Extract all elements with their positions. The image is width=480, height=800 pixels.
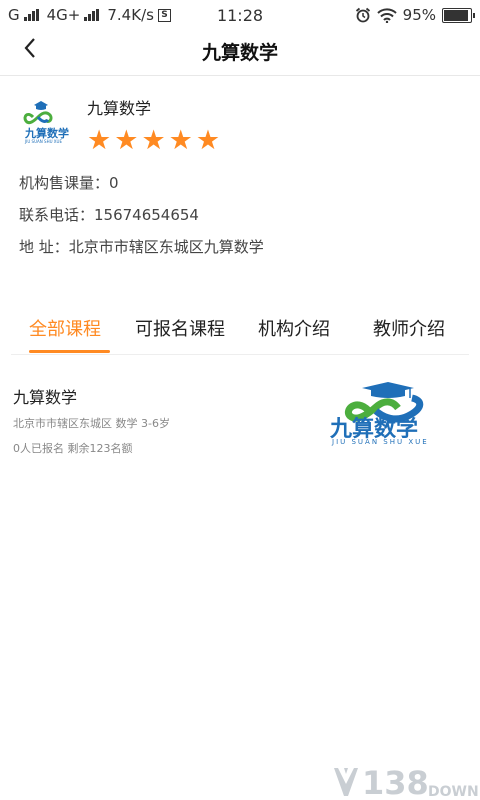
tab-enrollable-courses[interactable]: 可报名课程 — [135, 315, 225, 341]
status-bar-right: 95% — [355, 6, 475, 24]
star-icon: ★ — [195, 125, 221, 156]
star-icon: ★ — [114, 125, 139, 156]
org-phone[interactable]: 联系电话：15674654654 — [19, 204, 199, 225]
course-enrollment: 0人已报名 剩余123名额 — [13, 442, 133, 455]
tab-org-intro[interactable]: 机构介绍 — [258, 315, 330, 341]
tab-all-courses[interactable]: 全部课程 — [29, 315, 101, 341]
status-bar: G 4G+ 7.4K/s S 11:28 95% — [0, 0, 480, 30]
nav-bar: 九算数学 — [0, 30, 480, 76]
alarm-icon — [355, 7, 370, 23]
tab-teacher-intro[interactable]: 教师介绍 — [373, 315, 445, 341]
battery-percent: 95% — [402, 6, 436, 24]
org-logo: 九算数学 JIU SUAN SHU XUE — [23, 101, 69, 144]
star-icon: ★ — [87, 125, 112, 156]
battery-icon — [442, 7, 475, 23]
site-watermark: 138 DOWN — [334, 764, 479, 800]
course-meta: 北京市市辖区东城区 数学 3-6岁 — [13, 417, 170, 430]
svg-text:九算数学: 九算数学 — [24, 126, 69, 140]
active-tab-indicator — [29, 350, 110, 353]
svg-text:138: 138 — [362, 764, 429, 800]
rating-stars: ★ ★ ★ ★ ★ — [87, 126, 220, 156]
org-sales: 机构售课量：0 — [19, 174, 119, 192]
svg-text:JIU SUAN SHU XUE: JIU SUAN SHU XUE — [24, 139, 62, 144]
wifi-icon — [376, 7, 397, 23]
org-name: 九算数学 — [87, 99, 152, 118]
tab-bar: 全部课程 可报名课程 机构介绍 教师介绍 — [11, 305, 469, 355]
course-logo: 九算数学 JIU SUAN SHU XUE — [329, 382, 429, 446]
course-title: 九算数学 — [13, 388, 78, 407]
star-icon: ★ — [141, 125, 166, 156]
org-address: 地 址：北京市市辖区东城区九算数学 — [19, 238, 264, 256]
star-icon: ★ — [168, 125, 193, 156]
svg-text:JIU SUAN SHU XUE: JIU SUAN SHU XUE — [331, 438, 429, 446]
svg-text:DOWN: DOWN — [428, 784, 479, 800]
page-title: 九算数学 — [201, 42, 278, 64]
